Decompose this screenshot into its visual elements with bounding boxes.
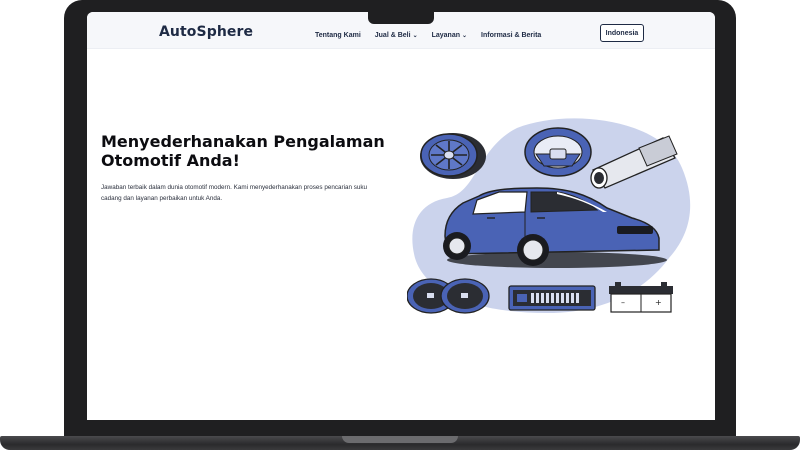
nav-item-tentang-kami[interactable]: Tentang Kami [315, 29, 361, 41]
main-menu: Tentang Kami Jual & Beli ⌄ Layanan ⌄ Inf… [315, 29, 541, 41]
hero-title: Menyederhanakan Pengalaman Otomotif Anda… [101, 132, 385, 170]
nav-item-label: Tentang Kami [315, 31, 361, 39]
speaker-icon [440, 278, 490, 314]
nav-item-label: Informasi & Berita [481, 31, 542, 39]
browser-viewport: AutoSphere Tentang Kami Jual & Beli ⌄ La… [87, 12, 715, 420]
nav-item-jual-beli[interactable]: Jual & Beli ⌄ [375, 29, 418, 41]
language-button[interactable]: Indonesia [600, 24, 644, 42]
laptop-hinge-slot [342, 436, 458, 443]
chevron-down-icon: ⌄ [462, 32, 468, 39]
automotive-illustration: – + [407, 118, 691, 314]
nav-item-label: Jual & Beli [374, 31, 411, 39]
car-stereo-icon [508, 285, 596, 311]
nav-item-label: Layanan [431, 31, 460, 39]
chevron-down-icon: ⌄ [412, 32, 418, 39]
camera-notch [368, 12, 434, 24]
steering-wheel-icon [524, 127, 592, 177]
site-logo[interactable]: AutoSphere [159, 24, 253, 40]
hero-subtitle: Jawaban terbaik dalam dunia otomotif mod… [101, 184, 368, 202]
nav-item-informasi-berita[interactable]: Informasi & Berita [481, 29, 541, 41]
svg-text:+: + [655, 298, 662, 307]
battery-icon: – + [609, 282, 673, 313]
svg-text:–: – [621, 298, 625, 307]
wheel-rim-icon [420, 133, 486, 179]
nav-item-layanan[interactable]: Layanan ⌄ [432, 29, 467, 41]
